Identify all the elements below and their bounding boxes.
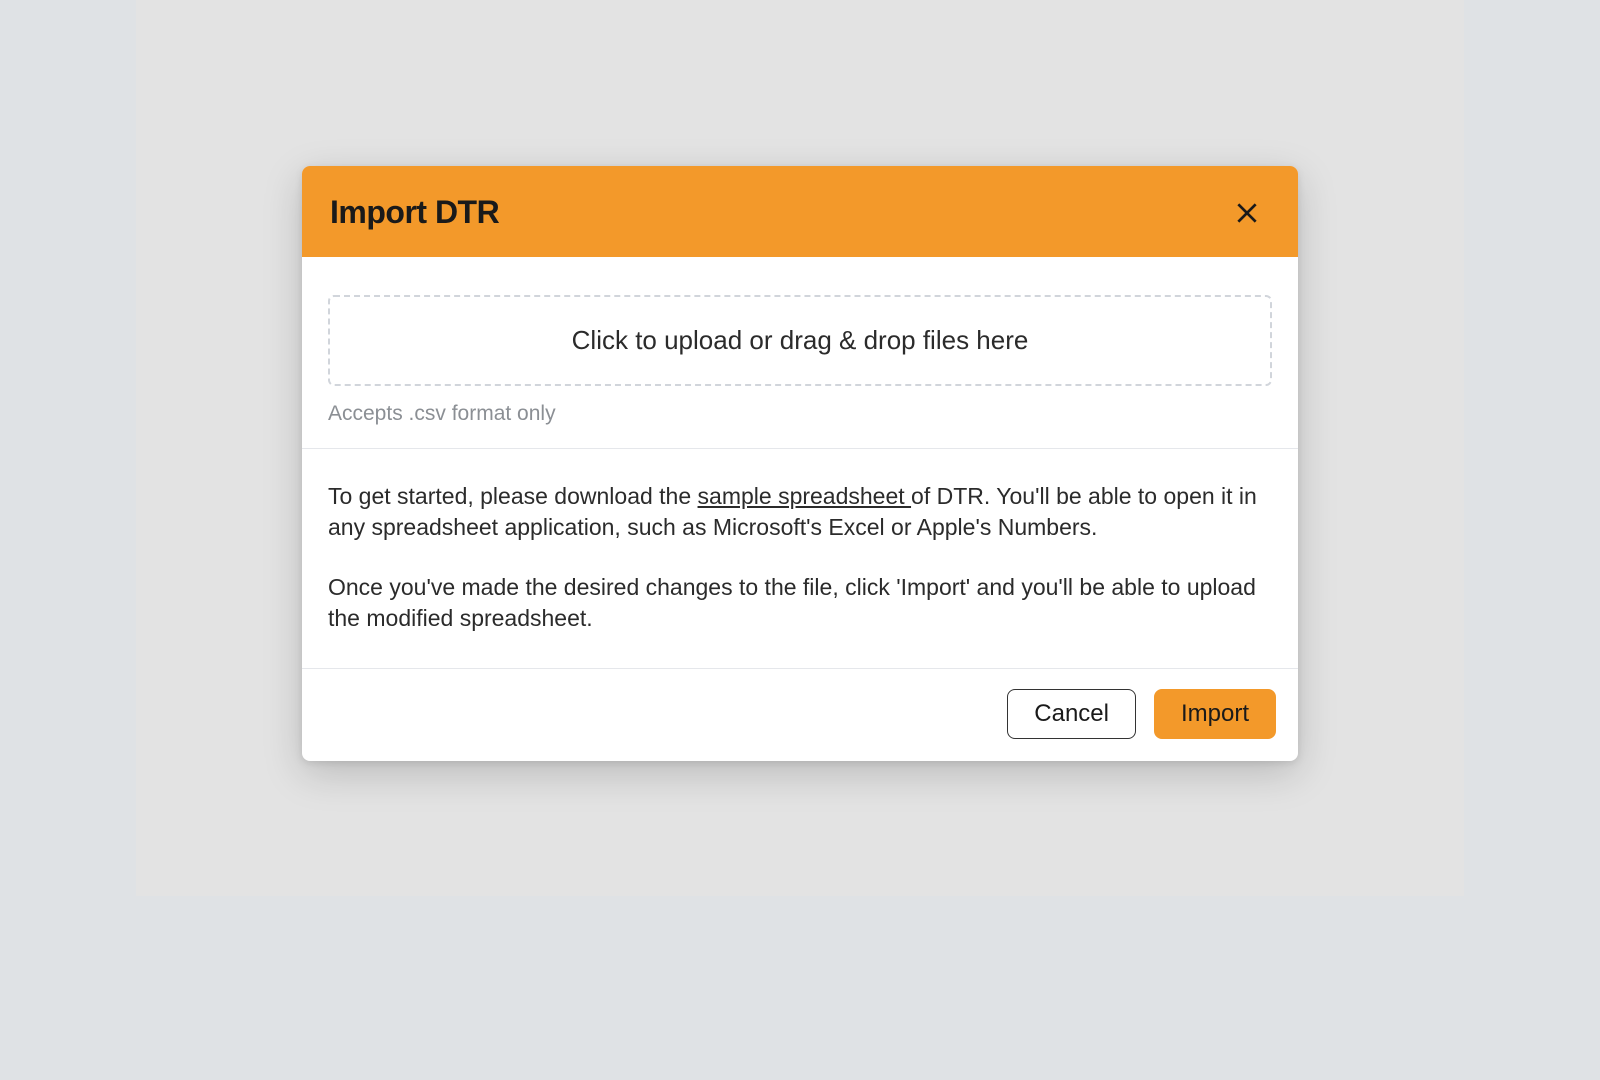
import-dtr-modal: Import DTR Click to upload or drag & dro… xyxy=(302,166,1298,761)
file-dropzone[interactable]: Click to upload or drag & drop files her… xyxy=(328,295,1272,386)
cancel-button[interactable]: Cancel xyxy=(1007,689,1136,739)
modal-title: Import DTR xyxy=(330,194,499,231)
import-button[interactable]: Import xyxy=(1154,689,1276,739)
sample-spreadsheet-link[interactable]: sample spreadsheet xyxy=(698,483,912,509)
modal-footer: Cancel Import xyxy=(302,669,1298,761)
dropzone-label: Click to upload or drag & drop files her… xyxy=(572,325,1029,355)
accepts-hint: Accepts .csv format only xyxy=(328,402,1272,426)
close-icon xyxy=(1234,200,1260,226)
close-button[interactable] xyxy=(1230,196,1264,230)
modal-header: Import DTR xyxy=(302,166,1298,257)
instructions-para2: Once you've made the desired changes to … xyxy=(328,572,1272,635)
instructions-para1-pre: To get started, please download the xyxy=(328,483,698,509)
upload-section: Click to upload or drag & drop files her… xyxy=(302,257,1298,449)
instructions-section: To get started, please download the samp… xyxy=(302,449,1298,669)
instructions-text: To get started, please download the samp… xyxy=(328,481,1272,634)
